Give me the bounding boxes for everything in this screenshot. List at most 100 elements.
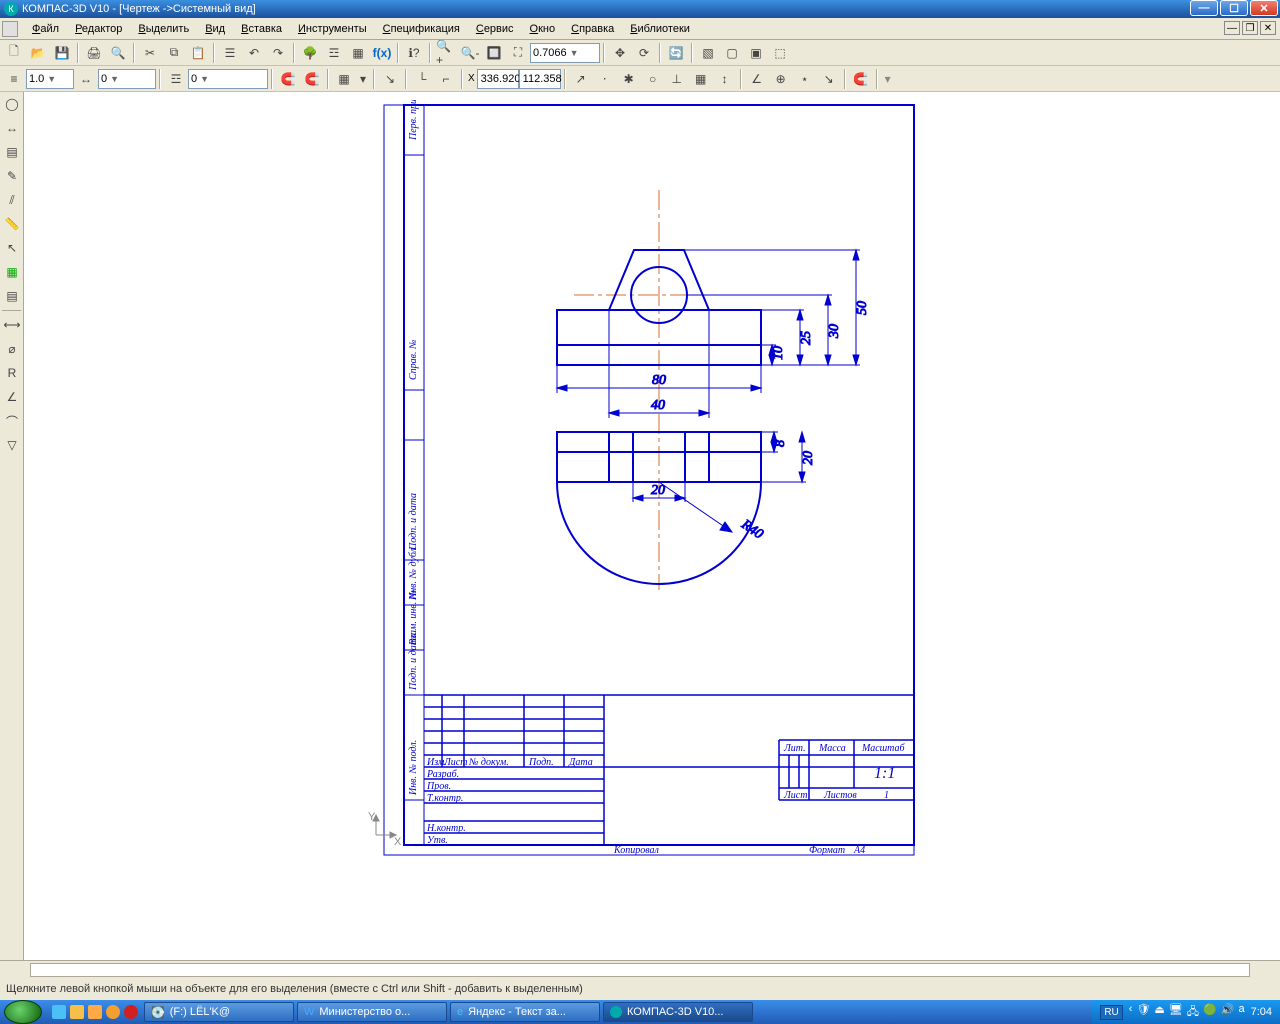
ql-desktop-icon[interactable] bbox=[88, 1005, 102, 1019]
mdi-close-button[interactable]: ✕ bbox=[1260, 21, 1276, 35]
taskbar-item-word[interactable]: W Министерство о... bbox=[297, 1002, 447, 1022]
zoom-out-button[interactable]: 🔍- bbox=[459, 42, 481, 64]
pan-button[interactable]: ✥ bbox=[609, 42, 631, 64]
tray-usb-icon[interactable]: ⏏ bbox=[1154, 1003, 1164, 1022]
height-dim-tool[interactable]: ▽ bbox=[1, 434, 23, 456]
layer-mgr-button[interactable]: ☲ bbox=[165, 68, 187, 90]
local-cs-button[interactable]: ↘ bbox=[379, 68, 401, 90]
menu-spec[interactable]: Спецификация bbox=[375, 21, 468, 37]
snap-point-button[interactable]: ⋆ bbox=[794, 68, 816, 90]
ql-explorer-icon[interactable] bbox=[70, 1005, 84, 1019]
zoom-window-button[interactable]: 🔲 bbox=[483, 42, 505, 64]
spec-tool[interactable]: ▦ bbox=[1, 261, 23, 283]
wireframe-button[interactable]: ▢ bbox=[721, 42, 743, 64]
snap-angle-button[interactable]: ∠ bbox=[746, 68, 768, 90]
grid-button[interactable]: ▦ bbox=[333, 68, 355, 90]
clock[interactable]: 7:04 bbox=[1251, 1006, 1272, 1018]
paste-button[interactable]: 📋 bbox=[187, 42, 209, 64]
snap-mid-button[interactable]: ⋅ bbox=[594, 68, 616, 90]
minimize-button[interactable]: — bbox=[1190, 0, 1218, 16]
mdi-restore-button[interactable]: ❐ bbox=[1242, 21, 1258, 35]
menu-file[interactable]: Файл bbox=[24, 21, 67, 37]
menu-select[interactable]: Выделить bbox=[130, 21, 197, 37]
rotate-button[interactable]: ⟳ bbox=[633, 42, 655, 64]
snap-tangent-button[interactable]: ○ bbox=[642, 68, 664, 90]
copy-button[interactable]: ⧉ bbox=[163, 42, 185, 64]
vars-button[interactable]: f(x) bbox=[371, 42, 393, 64]
property-input-area[interactable] bbox=[30, 963, 1250, 977]
views-button[interactable]: ▦ bbox=[347, 42, 369, 64]
symbols-tool[interactable]: ▤ bbox=[1, 141, 23, 163]
refresh-button[interactable]: 🔄 bbox=[665, 42, 687, 64]
geometry-tool[interactable]: ◯ bbox=[1, 93, 23, 115]
menu-tools[interactable]: Инструменты bbox=[290, 21, 375, 37]
preview-button[interactable]: 🔍 bbox=[107, 42, 129, 64]
menu-service[interactable]: Сервис bbox=[468, 21, 522, 37]
tree-button[interactable]: 🌳 bbox=[299, 42, 321, 64]
report-tool[interactable]: ▤ bbox=[1, 285, 23, 307]
taskbar-item-kompas[interactable]: КОМПАС-3D V10... bbox=[603, 1002, 753, 1022]
zoom-combo[interactable]: 0.7066▼ bbox=[530, 43, 600, 63]
zoom-fit-button[interactable]: ⛶ bbox=[507, 42, 529, 64]
angular-dim-tool[interactable]: ∠ bbox=[1, 386, 23, 408]
tray-volume-icon[interactable]: 🔊 bbox=[1221, 1003, 1235, 1022]
snap-center-button[interactable]: ⊕ bbox=[770, 68, 792, 90]
snap-disable-button[interactable]: 🧲 bbox=[850, 68, 872, 90]
ql-ie-icon[interactable] bbox=[52, 1005, 66, 1019]
tray-arrow-icon[interactable]: ‹ bbox=[1129, 1003, 1133, 1022]
menu-insert[interactable]: Вставка bbox=[233, 21, 290, 37]
menu-view[interactable]: Вид bbox=[197, 21, 233, 37]
coord-x-field[interactable]: 336.920 bbox=[477, 69, 519, 89]
coord-y-field[interactable]: 112.358 bbox=[519, 69, 561, 89]
snap-normal-button[interactable]: ⊥ bbox=[666, 68, 688, 90]
step-button[interactable]: ↔ bbox=[75, 68, 97, 90]
radial-dim-tool[interactable]: R bbox=[1, 362, 23, 384]
round-button[interactable]: ⌐ bbox=[435, 68, 457, 90]
tray-av-icon[interactable]: 🟢 bbox=[1203, 1003, 1217, 1022]
taskbar-item-browser[interactable]: e Яндекс - Текст за... bbox=[450, 1002, 600, 1022]
hidden-button[interactable]: ▣ bbox=[745, 42, 767, 64]
menu-edit[interactable]: Редактор bbox=[67, 21, 130, 37]
tray-display-icon[interactable]: 🖥 bbox=[1169, 1003, 1183, 1022]
arc-dim-tool[interactable]: ⌒ bbox=[1, 410, 23, 432]
params-tool[interactable]: ⫽ bbox=[1, 189, 23, 211]
dimensions-tool[interactable]: ↔ bbox=[1, 117, 23, 139]
new-button[interactable]: 🗋 bbox=[3, 42, 25, 64]
edit-tool[interactable]: ✎ bbox=[1, 165, 23, 187]
layer-combo[interactable]: 0▼ bbox=[188, 69, 268, 89]
tray-network-icon[interactable]: 🖧 bbox=[1187, 1003, 1199, 1022]
mdi-minimize-button[interactable]: — bbox=[1224, 21, 1240, 35]
style-button[interactable]: ≡ bbox=[3, 68, 25, 90]
properties-button[interactable]: ☰ bbox=[219, 42, 241, 64]
redo-button[interactable]: ↷ bbox=[267, 42, 289, 64]
select-tool[interactable]: ↖ bbox=[1, 237, 23, 259]
step-combo[interactable]: 0▼ bbox=[98, 69, 156, 89]
snap-toggle-button[interactable]: 🧲 bbox=[277, 68, 299, 90]
shade-button[interactable]: ▧ bbox=[697, 42, 719, 64]
line-style-combo[interactable]: 1.0▼ bbox=[26, 69, 74, 89]
zoom-in-button[interactable]: 🔍+ bbox=[435, 42, 457, 64]
tray-agent-icon[interactable]: a bbox=[1238, 1003, 1244, 1022]
menu-libs[interactable]: Библиотеки bbox=[622, 21, 698, 37]
cut-button[interactable]: ✂ bbox=[139, 42, 161, 64]
snap-end-button[interactable]: ↘ bbox=[818, 68, 840, 90]
help-button[interactable]: ℹ? bbox=[403, 42, 425, 64]
measure-tool[interactable]: 📏 bbox=[1, 213, 23, 235]
snap-near-button[interactable]: ↗ bbox=[570, 68, 592, 90]
save-button[interactable]: 💾 bbox=[51, 42, 73, 64]
snap-intersect-button[interactable]: ✱ bbox=[618, 68, 640, 90]
ql-player-icon[interactable] bbox=[106, 1005, 120, 1019]
tray-shield-icon[interactable]: 🛡 bbox=[1136, 1003, 1150, 1022]
linear-dim-tool[interactable]: ⟷ bbox=[1, 314, 23, 336]
ql-opera-icon[interactable] bbox=[124, 1005, 138, 1019]
grid-arrow-button[interactable]: ▾ bbox=[357, 68, 369, 90]
language-indicator[interactable]: RU bbox=[1100, 1005, 1122, 1020]
diam-dim-tool[interactable]: ⌀ bbox=[1, 338, 23, 360]
snap-align-button[interactable]: ↕ bbox=[714, 68, 736, 90]
maximize-button[interactable]: ☐ bbox=[1220, 0, 1248, 16]
snap-more-button[interactable]: ▾ bbox=[882, 68, 894, 90]
undo-button[interactable]: ↶ bbox=[243, 42, 265, 64]
menu-help[interactable]: Справка bbox=[563, 21, 622, 37]
snap-settings-button[interactable]: 🧲 bbox=[301, 68, 323, 90]
snap-grid-button[interactable]: ▦ bbox=[690, 68, 712, 90]
